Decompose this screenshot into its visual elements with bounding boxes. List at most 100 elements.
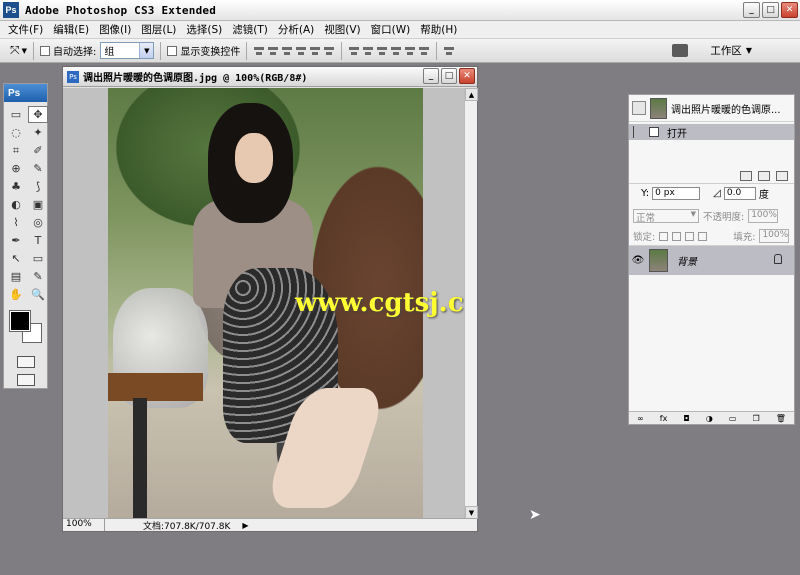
- status-menu-arrow-icon[interactable]: ▶: [242, 521, 248, 530]
- marquee-tool-icon[interactable]: ▭: [6, 106, 26, 123]
- align-hcenter-icon[interactable]: [309, 44, 321, 58]
- align-vcenter-icon[interactable]: [267, 44, 279, 58]
- distribute-vcenter-icon[interactable]: [362, 44, 374, 58]
- chevron-down-icon: ▼: [139, 43, 154, 58]
- distribute-hcenter-icon[interactable]: [404, 44, 416, 58]
- lock-all-icon[interactable]: [698, 231, 708, 241]
- y-input[interactable]: 0 px: [652, 186, 701, 200]
- snapshot-brush-icon[interactable]: [632, 101, 646, 115]
- vertical-scrollbar[interactable]: ▲ ▼: [464, 88, 478, 519]
- eye-icon[interactable]: 👁: [630, 255, 646, 266]
- align-bottom-icon[interactable]: [281, 44, 293, 58]
- link-icon[interactable]: ∞: [637, 414, 644, 423]
- align-left-icon[interactable]: [295, 44, 307, 58]
- adjustment-icon[interactable]: ◑: [706, 414, 713, 423]
- menu-help[interactable]: 帮助(H): [415, 22, 462, 37]
- crop-tool-icon[interactable]: ⌗: [6, 142, 26, 159]
- foreground-color-swatch[interactable]: [9, 310, 31, 332]
- notes-tool-icon[interactable]: ▤: [6, 268, 26, 285]
- auto-select-checkbox[interactable]: [40, 45, 50, 56]
- workspace-menu[interactable]: 工作区 ▼: [710, 43, 752, 58]
- type-tool-icon[interactable]: T: [28, 232, 48, 249]
- mask-icon[interactable]: ◘: [683, 414, 689, 423]
- dodge-tool-icon[interactable]: ◎: [28, 214, 48, 231]
- scroll-up-icon[interactable]: ▲: [465, 88, 478, 101]
- menu-filter[interactable]: 滤镜(T): [227, 22, 273, 37]
- menu-file[interactable]: 文件(F): [3, 22, 48, 37]
- menu-view[interactable]: 视图(V): [319, 22, 365, 37]
- eraser-tool-icon[interactable]: ◐: [6, 196, 26, 213]
- healing-brush-tool-icon[interactable]: ⊕: [6, 160, 26, 177]
- doc-close-button[interactable]: ✕: [459, 68, 475, 84]
- blend-mode-dropdown[interactable]: 正常: [633, 209, 699, 224]
- history-source-icon[interactable]: [633, 126, 643, 138]
- delete-state-icon[interactable]: [776, 171, 788, 181]
- minimize-button[interactable]: _: [743, 2, 760, 18]
- fill-label: 填充:: [733, 232, 756, 243]
- auto-select-label: 自动选择:: [53, 47, 97, 58]
- auto-select-dropdown[interactable]: 组 ▼: [100, 42, 155, 59]
- slice-tool-icon[interactable]: ✐: [28, 142, 48, 159]
- new-document-from-state-icon[interactable]: [740, 171, 752, 181]
- lasso-tool-icon[interactable]: ◌: [6, 124, 26, 141]
- align-right-icon[interactable]: [323, 44, 335, 58]
- shape-tool-icon[interactable]: ▭: [28, 250, 48, 267]
- show-transform-checkbox[interactable]: [167, 45, 178, 56]
- pen-tool-icon[interactable]: ✒: [6, 232, 26, 249]
- move-tool-icon[interactable]: ✥: [28, 106, 48, 123]
- distribute-left-icon[interactable]: [390, 44, 402, 58]
- menu-layer[interactable]: 图层(L): [136, 22, 181, 37]
- tools-panel-header[interactable]: Ps: [4, 84, 47, 102]
- menu-analysis[interactable]: 分析(A): [273, 22, 319, 37]
- fx-icon[interactable]: fx: [660, 414, 668, 423]
- distribute-bottom-icon[interactable]: [376, 44, 388, 58]
- angle-input[interactable]: 0.0: [723, 186, 756, 200]
- lock-pixels-icon[interactable]: [672, 231, 682, 241]
- clone-stamp-tool-icon[interactable]: ♣: [6, 178, 26, 195]
- blur-tool-icon[interactable]: ⌇: [6, 214, 26, 231]
- lock-position-icon[interactable]: [685, 231, 695, 241]
- history-brush-tool-icon[interactable]: ⟆: [28, 178, 48, 195]
- menu-window[interactable]: 窗口(W): [366, 22, 416, 37]
- new-snapshot-icon[interactable]: [758, 171, 770, 181]
- menu-select[interactable]: 选择(S): [181, 22, 227, 37]
- magic-wand-tool-icon[interactable]: ✦: [28, 124, 48, 141]
- fill-input[interactable]: 100%: [759, 229, 790, 243]
- maximize-button[interactable]: □: [762, 2, 779, 18]
- menu-edit[interactable]: 编辑(E): [48, 22, 94, 37]
- opacity-input[interactable]: 100%: [748, 209, 779, 223]
- gradient-tool-icon[interactable]: ▣: [28, 196, 48, 213]
- screen-mode-icon[interactable]: [17, 374, 35, 386]
- folder-icon[interactable]: ▭: [729, 414, 737, 423]
- doc-maximize-button[interactable]: □: [441, 68, 457, 84]
- history-snapshot[interactable]: 调出照片暖暖的色调原...: [629, 95, 794, 122]
- document-title-bar[interactable]: Ps 调出照片暖暖的色调原图.jpg @ 100%(RGB/8#) _ □ ✕: [63, 67, 477, 87]
- close-button[interactable]: ✕: [781, 2, 798, 18]
- hand-tool-icon[interactable]: ✋: [6, 286, 26, 303]
- history-state[interactable]: 打开: [629, 124, 794, 140]
- bridge-icon[interactable]: [672, 44, 688, 57]
- distribute-right-icon[interactable]: [418, 44, 430, 58]
- distribute-top-icon[interactable]: [348, 44, 360, 58]
- doc-minimize-button[interactable]: _: [423, 68, 439, 84]
- eyedropper-tool-icon[interactable]: ✎: [28, 268, 48, 285]
- tool-preset-picker[interactable]: ⤧ ▼: [10, 43, 27, 58]
- quick-mask-icon[interactable]: [17, 356, 35, 368]
- layer-name: 背景: [677, 257, 697, 268]
- brush-tool-icon[interactable]: ✎: [28, 160, 48, 177]
- path-selection-tool-icon[interactable]: ↖: [6, 250, 26, 267]
- app-title: Adobe Photoshop CS3 Extended: [25, 3, 217, 17]
- zoom-tool-icon[interactable]: 🔍: [28, 286, 48, 303]
- align-top-icon[interactable]: [253, 44, 265, 58]
- lock-icon: [774, 254, 782, 264]
- layer-row-background[interactable]: 👁 背景: [629, 245, 794, 275]
- window-controls: _ □ ✕: [743, 2, 798, 18]
- canvas-area[interactable]: www.cgtsj.com: [63, 88, 465, 519]
- trash-icon[interactable]: 🗑: [776, 414, 786, 423]
- menu-image[interactable]: 图像(I): [94, 22, 136, 37]
- new-layer-icon[interactable]: ❐: [753, 414, 760, 423]
- zoom-level[interactable]: 100%: [63, 519, 105, 531]
- auto-select-value: 组: [104, 47, 115, 58]
- auto-align-icon[interactable]: [443, 44, 455, 58]
- lock-transparency-icon[interactable]: [659, 231, 669, 241]
